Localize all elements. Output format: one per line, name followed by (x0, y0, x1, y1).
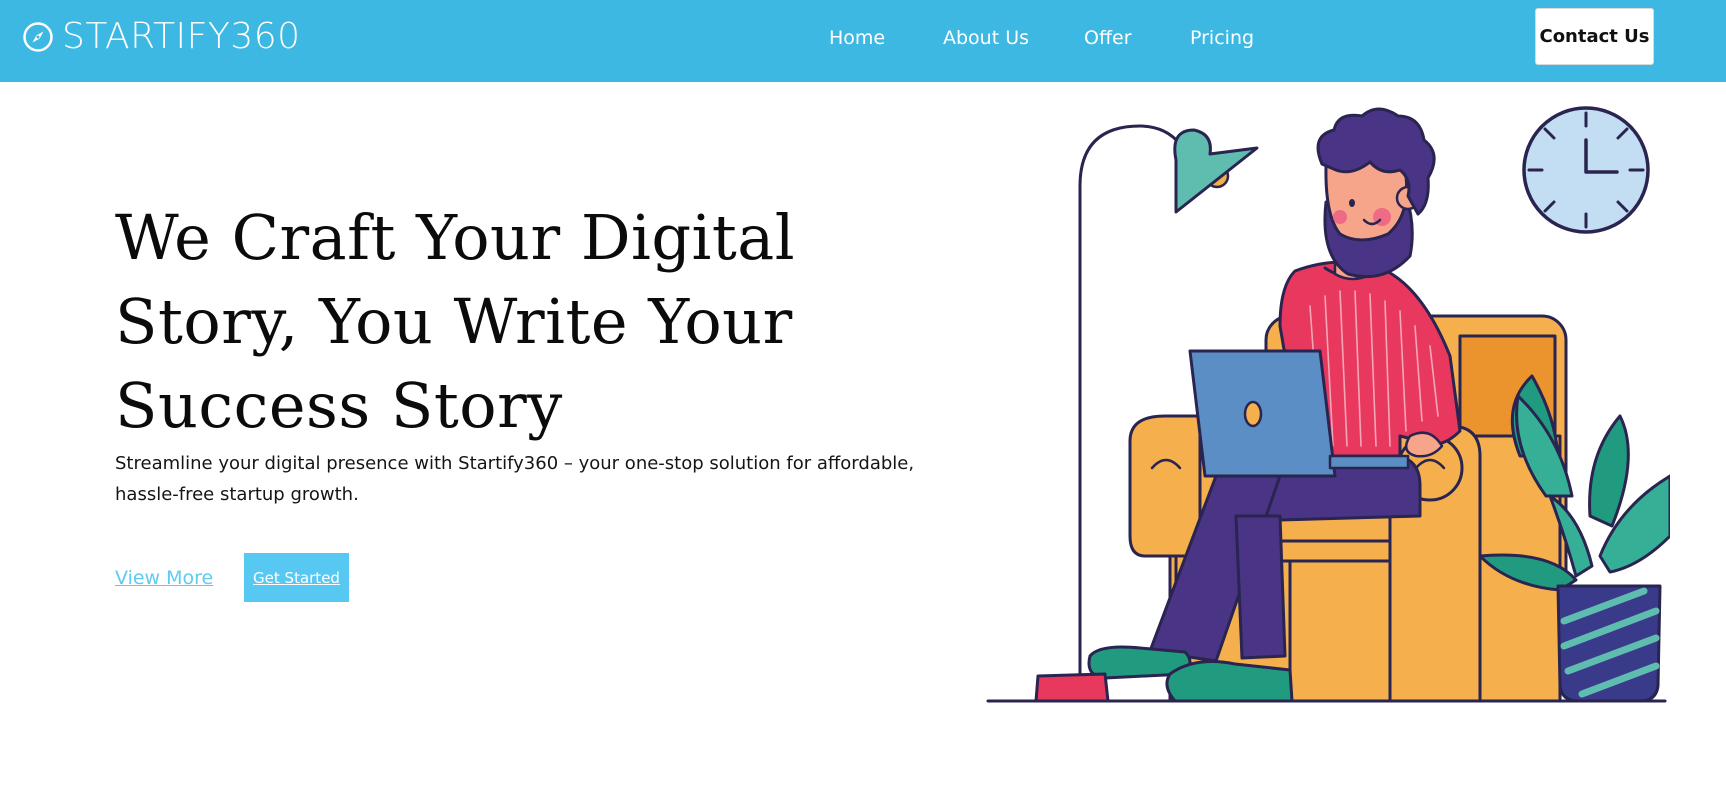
navbar: STARTIFY360 Home About Us Offer Pricing … (0, 0, 1726, 82)
contact-us-button[interactable]: Contact Us (1535, 8, 1654, 65)
brand-name: STARTIFY360 (62, 16, 301, 57)
nav-link-home[interactable]: Home (829, 24, 885, 52)
nav-link-about-us[interactable]: About Us (943, 24, 1029, 52)
get-started-button[interactable]: Get Started (244, 553, 349, 602)
hero-title: We Craft Your Digital Story, You Write Y… (115, 201, 796, 442)
wall-clock (1522, 106, 1650, 234)
nav-link-pricing[interactable]: Pricing (1190, 24, 1254, 52)
hero-subtitle: Streamline your digital presence with St… (115, 453, 915, 505)
hero-illustration (980, 96, 1670, 708)
view-more-link[interactable]: View More (115, 564, 213, 592)
brand-logo-link[interactable]: STARTIFY360 (22, 14, 301, 60)
compass-icon (22, 21, 54, 53)
nav-link-offer[interactable]: Offer (1084, 24, 1132, 52)
